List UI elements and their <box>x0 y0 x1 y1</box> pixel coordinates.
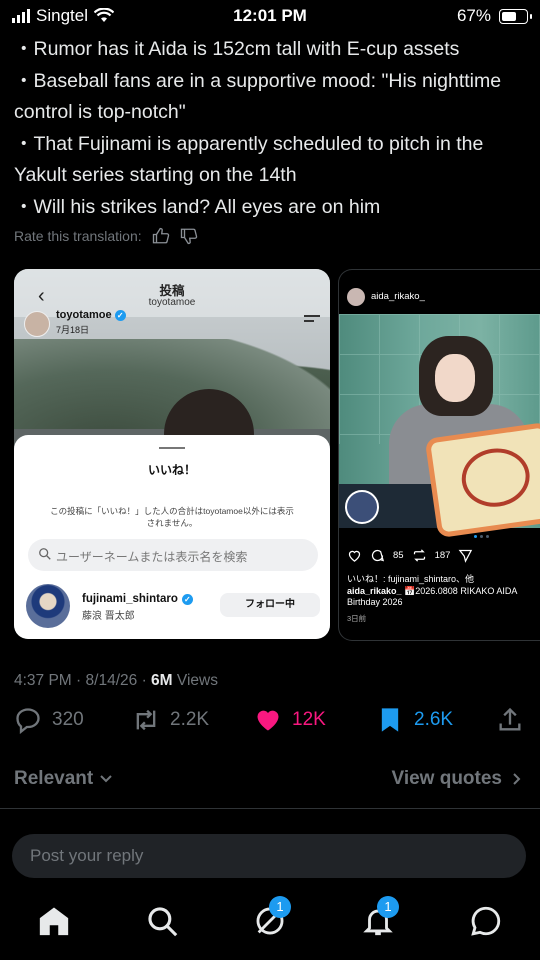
reply-button[interactable]: 320 <box>14 706 84 734</box>
views-count[interactable]: 6M <box>151 672 173 689</box>
like-count: 12K <box>292 709 326 730</box>
nav-messages[interactable] <box>469 904 503 938</box>
repost-icon <box>136 709 156 731</box>
engagement-bar: 320 2.2K 12K 2.6K <box>0 706 540 746</box>
search-icon <box>39 548 51 560</box>
search-placeholder: ユーザーネームまたは表示名を検索 <box>56 550 248 564</box>
share-icon <box>499 707 521 731</box>
cake <box>424 421 540 539</box>
post-username: toyotamoe <box>56 309 112 321</box>
messages-icon <box>471 906 501 936</box>
view-quotes-link[interactable]: View quotes <box>391 768 522 790</box>
comment-count: 85 <box>393 550 404 561</box>
avatar <box>347 288 365 306</box>
nav-notifications[interactable]: 1 <box>361 896 399 938</box>
battery-icon <box>499 8 532 24</box>
tweet-text: ・Rumor has it Aida is 152cm tall with E-… <box>14 34 529 223</box>
nav-search[interactable] <box>145 904 179 938</box>
notifications-badge: 1 <box>377 896 399 918</box>
verified-icon: ✓ <box>181 593 193 605</box>
reply-input[interactable]: Post your reply <box>12 834 526 878</box>
tweet-line: ・Rumor has it Aida is 152cm tall with E-… <box>14 38 460 60</box>
tweet-line: ・Baseball fans are in a supportive mood:… <box>14 69 502 124</box>
battery-percent: 67% <box>456 6 491 25</box>
carousel-dots <box>474 535 489 538</box>
chevron-right-icon <box>513 773 521 785</box>
ig-actions: 85 187 <box>347 548 473 563</box>
follower-display-name: 藤浪 晋太郎 <box>82 611 135 622</box>
media-image-2[interactable]: aida_rikako_ 85 187 いいね！: fujinami_shint… <box>338 269 540 641</box>
tweet-time: 4:37 PM <box>14 672 72 689</box>
bookmark-count: 2.6K <box>414 709 454 730</box>
avatar <box>345 490 379 524</box>
post-username-row: toyotamoe ✓ <box>56 309 126 321</box>
reply-count: 320 <box>52 709 84 730</box>
search-field: ユーザーネームまたは表示名を検索 <box>28 539 318 571</box>
status-bar: Singtel 12:01 PM 67% <box>0 0 540 32</box>
tweet-date: 8/14/26 <box>85 672 138 689</box>
bottom-nav: 1 1 <box>0 892 540 960</box>
separator: · <box>76 672 82 689</box>
caption: aida_rikako_ 📅2026.0808 RIKAKO AIDA Birt… <box>347 586 540 608</box>
tweet-line: ・That Fujinami is apparently scheduled t… <box>14 132 484 187</box>
separator: · <box>141 672 147 689</box>
sheet-title: いいね！ <box>147 463 196 477</box>
nav-home[interactable] <box>37 904 71 938</box>
following-button: フォロー中 <box>220 593 320 617</box>
heart-filled-icon <box>257 710 279 731</box>
likes-sheet: いいね！ この投稿に「いいね！」した人の合計はtoyotamoe以外には表示され… <box>14 435 330 639</box>
rate-translation: Rate this translation: <box>14 227 198 245</box>
post-username: aida_rikako_ <box>371 291 425 302</box>
birthday-photo <box>339 314 540 539</box>
reply-placeholder: Post your reply <box>30 846 144 865</box>
sheet-description: この投稿に「いいね！」した人の合計はtoyotamoe以外には表示されません。 <box>50 506 294 528</box>
verified-icon: ✓ <box>114 310 126 321</box>
comment-icon <box>371 549 385 562</box>
likes-line: いいね！: fujinami_shintaro、他 <box>347 574 475 584</box>
repost-button[interactable]: 2.2K <box>132 706 209 734</box>
tweet-meta: 4:37 PM · 8/14/26 · 6M Views <box>14 672 218 690</box>
nav-grok[interactable]: 1 <box>253 896 291 938</box>
reply-icon <box>16 708 40 734</box>
repost-count: 2.2K <box>170 709 210 730</box>
home-icon <box>39 907 69 936</box>
chevron-down-icon <box>100 775 112 783</box>
post-age: 3日前 <box>347 614 367 623</box>
caption-user: aida_rikako_ <box>347 586 402 596</box>
search-icon <box>148 907 178 937</box>
sort-label: Relevant <box>14 768 94 789</box>
media-image-1[interactable]: ‹ 投稿 toyotamoe toyotamoe ✓ 7月18日 いいね！ この… <box>14 269 330 639</box>
share-button[interactable] <box>496 706 524 734</box>
repost-count: 187 <box>434 550 451 561</box>
follower-name: fujinami_shintaro <box>82 593 178 605</box>
menu-icon <box>304 315 320 325</box>
thumbs-down-icon[interactable] <box>180 227 198 245</box>
bookmark-button[interactable]: 2.6K <box>376 706 453 734</box>
heart-icon <box>348 550 361 562</box>
rate-translation-label: Rate this translation: <box>14 228 142 244</box>
avatar <box>26 584 70 628</box>
thumbs-up-icon[interactable] <box>152 227 170 245</box>
avatar <box>24 311 50 337</box>
sort-dropdown[interactable]: Relevant <box>14 768 113 790</box>
divider <box>0 808 540 809</box>
screenshot-subtitle: toyotamoe <box>148 297 196 308</box>
post-date: 7月18日 <box>56 325 90 335</box>
sheet-handle <box>159 447 185 449</box>
send-icon <box>459 549 473 563</box>
grok-badge: 1 <box>269 896 291 918</box>
follower-name-row: fujinami_shintaro ✓ <box>82 593 193 605</box>
repost-icon <box>413 549 425 562</box>
tweet-line: ・Will his strikes land? All eyes are on … <box>14 195 381 218</box>
views-label: Views <box>176 672 218 689</box>
bookmark-filled-icon <box>381 708 399 732</box>
like-button[interactable]: 12K <box>254 706 326 734</box>
view-quotes-label: View quotes <box>391 768 502 789</box>
